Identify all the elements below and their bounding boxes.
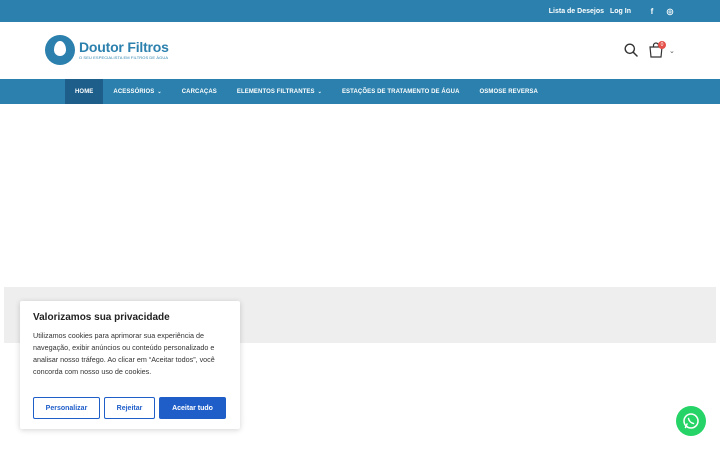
- chevron-down-icon: ⌄: [157, 88, 162, 95]
- login-link[interactable]: Log In: [610, 8, 631, 15]
- nav-item-label: ESTAÇÕES DE TRATAMENTO DE ÁGUA: [341, 88, 460, 95]
- logo-text: Doutor Filtros O SEU ESPECIALISTA EM FIL…: [79, 39, 169, 61]
- top-links: Lista de Desejos Log In: [549, 0, 631, 22]
- chevron-down-icon: ⌄: [317, 88, 322, 95]
- main-nav: HOME ACESSÓRIOS ⌄ CARCAÇAS ELEMENTOS FIL…: [0, 79, 720, 104]
- nav-item-osmose-reversa[interactable]: OSMOSE REVERSA: [470, 79, 548, 104]
- nav-item-estacoes[interactable]: ESTAÇÕES DE TRATAMENTO DE ÁGUA: [332, 79, 470, 104]
- water-drop-icon: [45, 35, 75, 65]
- cookie-body: Utilizamos cookies para aprimorar sua ex…: [33, 331, 215, 376]
- cart-count-badge: 0: [658, 41, 666, 49]
- nav-item-label: ACESSÓRIOS: [113, 88, 155, 95]
- nav-item-carcacas[interactable]: CARCAÇAS: [172, 79, 227, 104]
- logo-subtitle: O SEU ESPECIALISTA EM FILTROS DE ÁGUA: [79, 55, 169, 60]
- top-bar: Lista de Desejos Log In f ◎: [0, 0, 720, 22]
- cookie-consent-banner: Valorizamos sua privacidade Utilizamos c…: [20, 301, 240, 429]
- chevron-down-icon[interactable]: ⌄: [669, 47, 675, 55]
- nav-item-elementos-filtrantes[interactable]: ELEMENTOS FILTRANTES ⌄: [227, 79, 332, 104]
- search-icon[interactable]: [624, 43, 638, 57]
- accept-all-button[interactable]: Aceitar tudo: [159, 397, 226, 419]
- nav-item-label: OSMOSE REVERSA: [479, 88, 538, 95]
- customize-button[interactable]: Personalizar: [33, 397, 100, 419]
- social-links: f ◎: [648, 0, 674, 22]
- whatsapp-icon: [683, 413, 699, 429]
- wishlist-link[interactable]: Lista de Desejos: [549, 8, 604, 15]
- nav-item-acessorios[interactable]: ACESSÓRIOS ⌄: [103, 79, 171, 104]
- nav-item-label: HOME: [75, 88, 94, 95]
- nav-item-label: CARCAÇAS: [181, 88, 217, 95]
- cookie-actions: Personalizar Rejeitar Aceitar tudo: [33, 397, 226, 419]
- cookie-title: Valorizamos sua privacidade: [33, 312, 170, 323]
- instagram-icon[interactable]: ◎: [666, 7, 674, 16]
- whatsapp-button[interactable]: [676, 406, 706, 436]
- logo[interactable]: Doutor Filtros O SEU ESPECIALISTA EM FIL…: [45, 35, 169, 65]
- nav-item-home[interactable]: HOME: [65, 79, 104, 104]
- site-header: Doutor Filtros O SEU ESPECIALISTA EM FIL…: [0, 22, 720, 79]
- nav-item-label: ELEMENTOS FILTRANTES: [236, 88, 315, 95]
- reject-button[interactable]: Rejeitar: [104, 397, 155, 419]
- logo-title: Doutor Filtros: [79, 39, 169, 55]
- nav-items: HOME ACESSÓRIOS ⌄ CARCAÇAS ELEMENTOS FIL…: [65, 79, 548, 104]
- facebook-icon[interactable]: f: [648, 7, 656, 16]
